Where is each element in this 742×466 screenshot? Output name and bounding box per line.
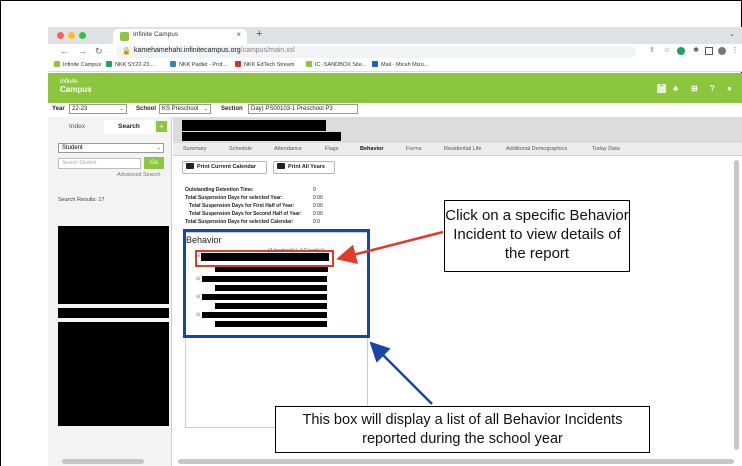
red-arrow bbox=[336, 230, 444, 264]
annotation-arrows bbox=[336, 230, 444, 405]
bottom-callout: This box will display a list of all Beha… bbox=[275, 406, 650, 453]
top-callout: Click on a specific Behavior Incident to… bbox=[444, 200, 630, 272]
blue-arrow bbox=[369, 341, 433, 405]
